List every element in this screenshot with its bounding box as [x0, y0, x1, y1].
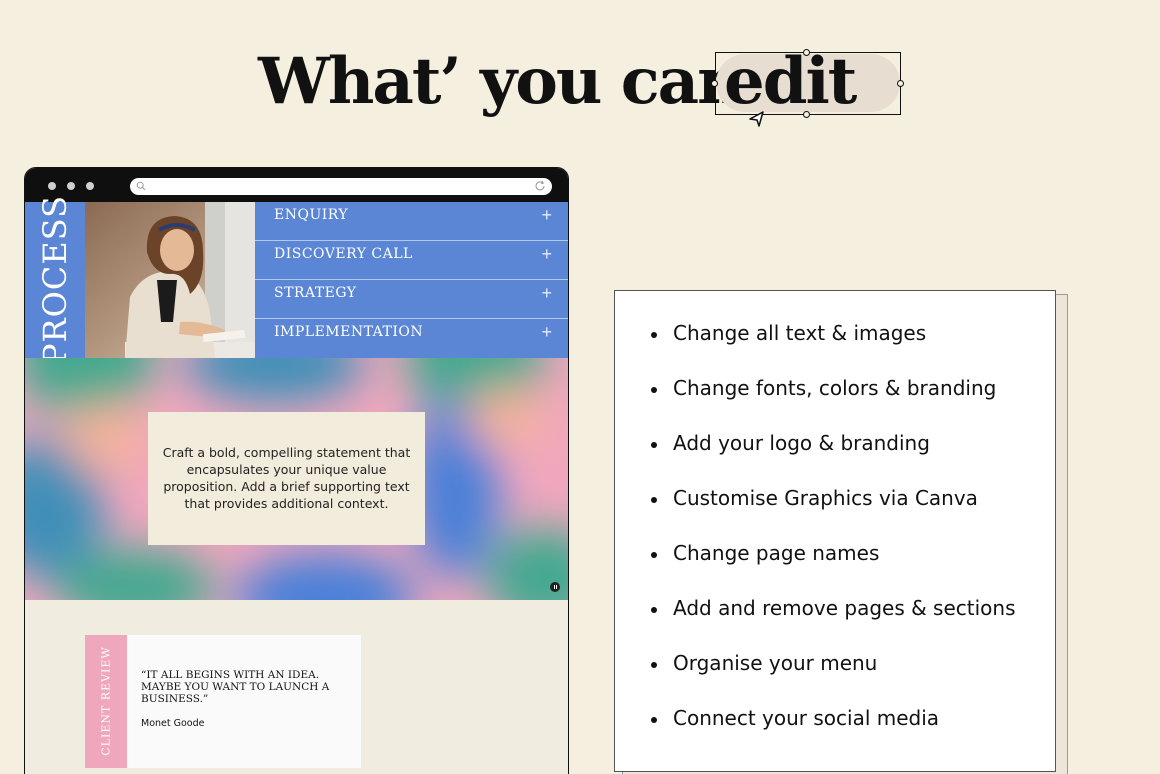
review-side-label: CLIENT REVIEW — [99, 646, 113, 756]
plus-icon[interactable]: + — [541, 283, 552, 304]
statement-text: Craft a bold, compelling statement that … — [162, 445, 411, 511]
selection-handle — [803, 49, 810, 56]
selection-handle — [803, 111, 810, 118]
feature-item: Add your logo & branding — [651, 431, 1016, 486]
feature-item: Connect your social media — [651, 706, 1016, 761]
reload-icon[interactable] — [534, 180, 546, 192]
feature-item: Add and remove pages & sections — [651, 596, 1016, 651]
accordion-label: ENQUIRY — [274, 207, 349, 223]
plus-icon[interactable]: + — [541, 205, 552, 226]
address-bar[interactable] — [130, 178, 552, 195]
search-icon — [136, 181, 146, 191]
process-accordion: ENQUIRY + DISCOVERY CALL + STRATEGY + IM… — [255, 202, 568, 358]
window-dot — [86, 182, 94, 190]
process-strip: PROCESS — [25, 195, 85, 365]
accordion-label: STRATEGY — [274, 285, 357, 301]
plus-icon[interactable]: + — [541, 244, 552, 265]
accordion-item[interactable]: STRATEGY + — [255, 280, 568, 319]
accordion-label: IMPLEMENTATION — [274, 324, 424, 340]
hero-photo — [85, 202, 255, 358]
accordion-label: DISCOVERY CALL — [274, 246, 413, 262]
window-dot — [48, 182, 56, 190]
heading-edit-word: edit — [724, 44, 857, 119]
client-review-card: CLIENT REVIEW “IT ALL BEGINS WITH AN IDE… — [85, 635, 361, 768]
review-side-strip: CLIENT REVIEW — [85, 635, 127, 768]
review-quote: “IT ALL BEGINS WITH AN IDEA. MAYBE YOU W… — [141, 669, 330, 705]
feature-item: Change page names — [651, 541, 1016, 596]
page-heading: What’ you can edit — [0, 38, 1160, 128]
feature-item: Change all text & images — [651, 321, 1016, 376]
selection-handle — [711, 80, 718, 87]
features-card: Change all text & images Change fonts, c… — [614, 290, 1056, 772]
plus-icon[interactable]: + — [541, 322, 552, 343]
accordion-item[interactable]: ENQUIRY + — [255, 202, 568, 241]
accordion-item[interactable]: DISCOVERY CALL + — [255, 241, 568, 280]
statement-card: Craft a bold, compelling statement that … — [148, 412, 425, 545]
gradient-section: Craft a bold, compelling statement that … — [25, 358, 568, 600]
pause-icon[interactable] — [550, 582, 560, 592]
heading-text: What’ you can — [258, 44, 744, 119]
selection-handle — [897, 80, 904, 87]
accordion-item[interactable]: IMPLEMENTATION + — [255, 319, 568, 358]
features-list: Change all text & images Change fonts, c… — [651, 321, 1016, 761]
website-preview: PROCESS ENQUIRY + DISCOVERY CALL + STRAT… — [24, 167, 569, 774]
window-dot — [67, 182, 75, 190]
feature-item: Change fonts, colors & branding — [651, 376, 1016, 431]
cursor-icon — [749, 111, 764, 127]
feature-item: Organise your menu — [651, 651, 1016, 706]
review-author: Monet Goode — [141, 718, 205, 729]
process-title: PROCESS — [36, 195, 74, 365]
feature-item: Customise Graphics via Canva — [651, 486, 1016, 541]
browser-toolbar — [25, 168, 568, 202]
